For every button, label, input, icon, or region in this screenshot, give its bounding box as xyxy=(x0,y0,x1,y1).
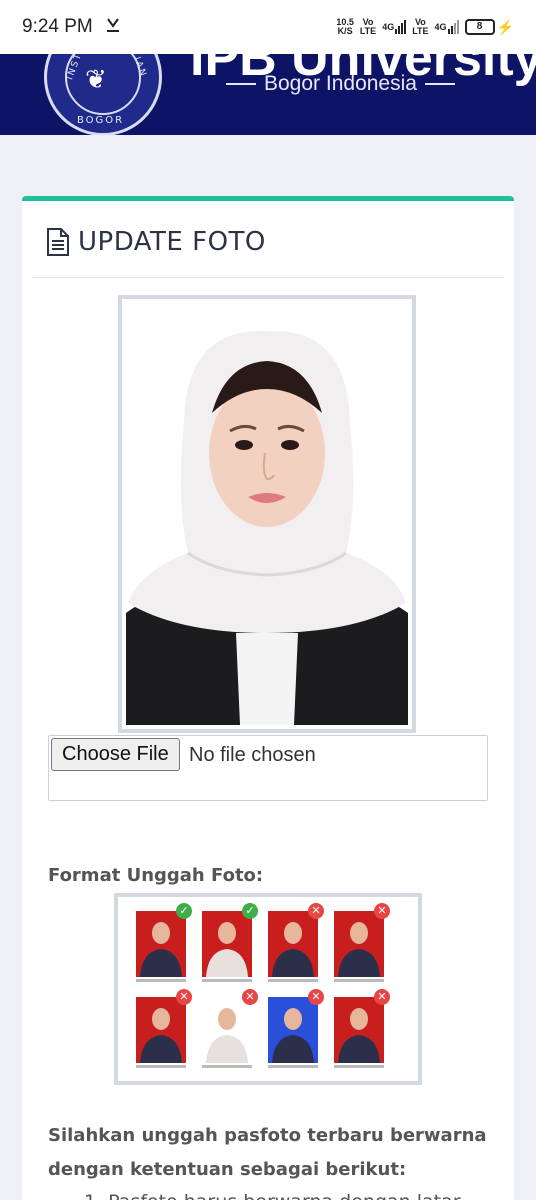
volte-icon: Vo LTE xyxy=(359,17,377,36)
signal-icon-sim2: 4G xyxy=(435,20,459,34)
current-photo xyxy=(126,303,408,725)
sample-caption xyxy=(334,979,384,982)
divider xyxy=(32,277,504,278)
sample-photo-image xyxy=(136,997,186,1063)
file-status: No file chosen xyxy=(189,744,316,766)
sample-photo: ✕ xyxy=(334,903,390,983)
check-icon: ✓ xyxy=(242,903,258,919)
sample-caption xyxy=(334,1065,384,1068)
sample-photo-image xyxy=(202,997,252,1063)
update-photo-card: UPDATE FOTO Choose File No file chosen F… xyxy=(22,196,514,1200)
sample-grid: ✓ ✓ ✕ ✕ ✕ ✕ ✕ ✕ xyxy=(136,903,400,1069)
cross-icon: ✕ xyxy=(176,989,192,1005)
status-time: 9:24 PM xyxy=(22,16,93,37)
sample-photo-image xyxy=(268,997,318,1063)
sample-photo: ✕ xyxy=(202,989,258,1069)
format-label: Format Unggah Foto: xyxy=(48,865,264,886)
sample-photo: ✓ xyxy=(136,903,192,983)
check-icon: ✓ xyxy=(176,903,192,919)
university-logo[interactable]: INSTI TIAN ❦ BOGOR xyxy=(44,54,162,135)
cross-icon: ✕ xyxy=(374,903,390,919)
sample-photo-image xyxy=(136,911,186,977)
sample-photo-image xyxy=(334,997,384,1063)
photo-file-input[interactable]: Choose File No file chosen xyxy=(48,735,488,801)
sample-caption xyxy=(268,1065,318,1068)
card-title: UPDATE FOTO xyxy=(46,227,266,257)
sample-caption xyxy=(202,979,252,982)
sample-caption xyxy=(136,979,186,982)
status-bar: 9:24 PM 10.5 K/S Vo LTE 4G Vo LTE 4G 8 ⚡ xyxy=(0,0,536,54)
battery-icon: 8 ⚡ xyxy=(464,18,514,36)
download-icon xyxy=(105,17,121,37)
photo-format-examples: ✓ ✓ ✕ ✕ ✕ ✕ ✕ ✕ xyxy=(114,893,422,1085)
sample-photo: ✕ xyxy=(136,989,192,1069)
university-location: Bogor Indonesia xyxy=(226,72,455,96)
sample-caption xyxy=(136,1065,186,1068)
charging-icon: ⚡ xyxy=(496,18,514,35)
sample-photo: ✕ xyxy=(334,989,390,1069)
cross-icon: ✕ xyxy=(242,989,258,1005)
choose-file-button[interactable]: Choose File xyxy=(51,738,180,771)
sample-photo-image xyxy=(202,911,252,977)
sample-caption xyxy=(268,979,318,982)
sample-photo-image xyxy=(268,911,318,977)
network-speed: 10.5 K/S xyxy=(336,17,354,36)
instructions-text: Silahkan unggah pasfoto terbaru berwarna… xyxy=(48,1125,487,1180)
sample-photo: ✕ xyxy=(268,989,324,1069)
cross-icon: ✕ xyxy=(308,903,324,919)
current-photo-frame xyxy=(118,295,416,733)
document-icon xyxy=(47,228,69,256)
signal-icon-sim1: 4G xyxy=(382,20,407,34)
sample-photo: ✕ xyxy=(268,903,324,983)
sample-photo: ✓ xyxy=(202,903,258,983)
volte-icon-2: Vo LTE xyxy=(412,17,429,36)
leaf-icon: ❦ xyxy=(85,65,107,95)
list-item: 1. Pasfoto harus berwarna dengan latar xyxy=(84,1185,504,1200)
cross-icon: ✕ xyxy=(308,989,324,1005)
cross-icon: ✕ xyxy=(374,989,390,1005)
sample-photo-image xyxy=(334,911,384,977)
sample-caption xyxy=(202,1065,252,1068)
header-banner: INSTI TIAN ❦ BOGOR IPB University Bogor … xyxy=(0,54,536,135)
